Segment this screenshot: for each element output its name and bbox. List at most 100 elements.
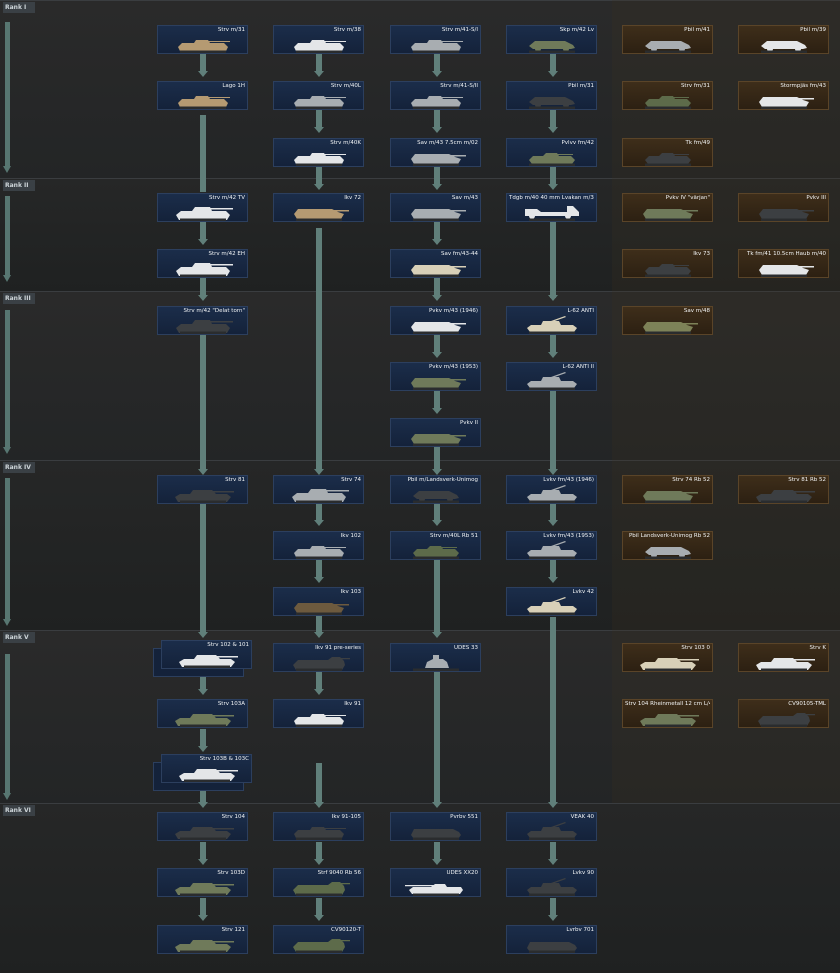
vehicle-card-ikv-103[interactable]: Ikv 103 — [273, 587, 364, 616]
vehicle-card-sav-m43-75[interactable]: Sav m/43 7.5cm m/02 — [390, 138, 481, 167]
vehicle-name: Strv 103D — [217, 870, 245, 876]
vehicle-card-lago-1h[interactable]: Lago 1H — [157, 81, 248, 110]
vehicle-card-lvkv-42[interactable]: Lvkv 42 — [506, 587, 597, 616]
vehicle-card-skp-m42-lv[interactable]: Skp m/42 Lv — [506, 25, 597, 54]
vehicle-card-cv90120-t[interactable]: CV90120-T — [273, 925, 364, 954]
vehicle-card-pvkv-m43-1946[interactable]: Pvkv m/43 (1946) — [390, 306, 481, 335]
vehicle-card-ikv-72[interactable]: Ikv 72 — [273, 193, 364, 222]
vehicle-card-strv-81[interactable]: Strv 81 — [157, 475, 248, 504]
vehicle-name: Strv K — [809, 645, 826, 651]
silhouette-track — [529, 218, 575, 221]
spg-silhouette — [643, 491, 698, 503]
silhouette-track — [529, 950, 575, 953]
vehicle-card-pbil-landsverk[interactable]: Pbil m/Landsverk-Unimog — [390, 475, 481, 504]
spaa-silhouette — [527, 372, 577, 390]
mbt-silhouette — [175, 714, 234, 727]
vehicle-card-tk-fm41[interactable]: Tk fm/41 10.5cm Haub m/40 — [738, 249, 829, 278]
vehicle-card-pvrbv-551[interactable]: Pvrbv 551 — [390, 812, 481, 841]
vehicle-card-pbil-m31[interactable]: Pbil m/31 — [506, 81, 597, 110]
vehicle-card-veak-40[interactable]: VEAK 40 — [506, 812, 597, 841]
vehicle-card-strv-m40l-rb51[interactable]: Strv m/40L Rb 51 — [390, 531, 481, 560]
vehicle-card-pbil-m41[interactable]: Pbil m/41 — [622, 25, 713, 54]
vehicle-card-lvrbv-701[interactable]: Lvrbv 701 — [506, 925, 597, 954]
silhouette-body — [756, 490, 815, 502]
vehicle-card-strv-m42-delat[interactable]: Strv m/42 "Delat torn" — [157, 306, 248, 335]
vehicle-card-strv-m40l[interactable]: Strv m/40L — [273, 81, 364, 110]
vehicle-card-ikv-102[interactable]: Ikv 102 — [273, 531, 364, 560]
vehicle-card-strv-74-rb52[interactable]: Strv 74 Rb 52 — [622, 475, 713, 504]
vehicle-name: Pbil m/39 — [800, 27, 826, 33]
vehicle-name: Ikv 72 — [344, 195, 361, 201]
vehicle-name: Strv 104 — [221, 814, 245, 820]
vehicle-card-ikv-91[interactable]: Ikv 91 — [273, 699, 364, 728]
vehicle-card-sav-m43[interactable]: Sav m/43 — [390, 193, 481, 222]
vehicle-card-tdgb-m40[interactable]: Tdgb m/40 40 mm Lvakan m/36 — [506, 193, 597, 222]
vehicle-card-sav-m48[interactable]: Sav m/48 — [622, 306, 713, 335]
silhouette-track — [184, 665, 230, 668]
vehicle-card-udes-33[interactable]: UDES 33 — [390, 643, 481, 672]
vehicle-card-strv-m42-tv[interactable]: Strv m/42 TV — [157, 193, 248, 222]
vehicle-card-strv-103b-c[interactable]: Strv 103B & 103C — [161, 754, 252, 783]
vehicle-card-strv-m38[interactable]: Strv m/38 — [273, 25, 364, 54]
vehicle-card-sav-fm43-44[interactable]: Sav fm/43-44 — [390, 249, 481, 278]
vehicle-card-strv-m40k[interactable]: Strv m/40K — [273, 138, 364, 167]
vehicle-card-udes-xx20[interactable]: UDES XX20 — [390, 868, 481, 897]
vehicle-card-pvkv-iv-varjan[interactable]: Pvkv IV "värjan" — [622, 193, 713, 222]
connector-line — [200, 898, 206, 916]
vehicle-card-l62-anti-ii[interactable]: L-62 ANTI II — [506, 362, 597, 391]
vehicle-card-strv-104-rh[interactable]: Strv 104 Rheinmetall 12 cm L/44 — [622, 699, 713, 728]
vehicle-card-lvkv-fm43-1946[interactable]: Lvkv fm/43 (1946) — [506, 475, 597, 504]
spg-silhouette — [411, 434, 466, 446]
vehicle-card-strv-103-0[interactable]: Strv 103 0 — [622, 643, 713, 672]
vehicle-card-pvkv-m43-1953[interactable]: Pvkv m/43 (1953) — [390, 362, 481, 391]
vehicle-card-cv90105-tml[interactable]: CV90105-TML — [738, 699, 829, 728]
vehicle-card-strv-103d[interactable]: Strv 103D — [157, 868, 248, 897]
connector-line — [550, 842, 556, 860]
vehicle-card-lvkv-fm43-1953[interactable]: Lvkv fm/43 (1953) — [506, 531, 597, 560]
vehicle-card-strv-121[interactable]: Strv 121 — [157, 925, 248, 954]
vehicle-card-strv-fm31[interactable]: Strv fm/31 — [622, 81, 713, 110]
vehicle-card-ikv-91-pre[interactable]: Ikv 91 pre-series — [273, 643, 364, 672]
tank-destroyer-icon — [405, 877, 467, 896]
silhouette-track — [529, 50, 575, 53]
vehicle-card-strv-m41-s1[interactable]: Strv m/41-S/I — [390, 25, 481, 54]
connector-arrow — [198, 859, 208, 865]
vehicle-card-ikv-91-105[interactable]: Ikv 91-105 — [273, 812, 364, 841]
silhouette-track — [761, 274, 807, 277]
vehicle-card-ikv-73[interactable]: Ikv 73 — [622, 249, 713, 278]
vehicle-card-strv-81-rb52[interactable]: Strv 81 Rb 52 — [738, 475, 829, 504]
vehicle-card-strv-m41-s2[interactable]: Strv m/41-S/II — [390, 81, 481, 110]
connector-line — [316, 167, 322, 185]
vehicle-card-strv-104[interactable]: Strv 104 — [157, 812, 248, 841]
silhouette-track — [645, 724, 691, 727]
vehicle-name: Strv m/42 "Delat torn" — [183, 308, 245, 314]
vehicle-card-strv-74[interactable]: Strv 74 — [273, 475, 364, 504]
vehicle-card-strv-m31[interactable]: Strv m/31 — [157, 25, 248, 54]
vehicle-card-strv-k[interactable]: Strv K — [738, 643, 829, 672]
vehicle-card-pvkv-ii[interactable]: Pvkv II — [390, 418, 481, 447]
connector-arrow — [548, 71, 558, 77]
vehicle-card-strf-9040-rb56[interactable]: Strf 9040 Rb 56 — [273, 868, 364, 897]
spg-silhouette — [411, 322, 466, 334]
vehicle-card-strv-m42-eh[interactable]: Strv m/42 EH — [157, 249, 248, 278]
silhouette-body — [176, 263, 233, 276]
silhouette-body — [292, 489, 349, 502]
vehicle-card-pbil-m39[interactable]: Pbil m/39 — [738, 25, 829, 54]
mbt-silhouette — [640, 658, 699, 671]
vehicle-card-strv-103a[interactable]: Strv 103A — [157, 699, 248, 728]
vehicle-card-pvkv-iii[interactable]: Pvkv III — [738, 193, 829, 222]
vehicle-card-strv-102-101[interactable]: Strv 102 & 101 — [161, 640, 252, 669]
vehicle-card-pbil-landsverk-rb52[interactable]: Pbil Landsverk-Unimog Rb 52 — [622, 531, 713, 560]
silhouette-track — [180, 331, 226, 334]
vehicle-card-l62-anti[interactable]: L-62 ANTI — [506, 306, 597, 335]
light-tank-icon — [288, 147, 350, 166]
silhouette-body — [178, 40, 230, 51]
mbt-silhouette — [175, 940, 234, 953]
vehicle-card-pvlvv-fm42[interactable]: Pvlvv fm/42 — [506, 138, 597, 167]
vehicle-card-stormpjas-fm43[interactable]: Stormpjäs fm/43 — [738, 81, 829, 110]
vehicle-card-tk-fm49[interactable]: Tk fm/49 — [622, 138, 713, 167]
vehicle-card-lvkv-90[interactable]: Lvkv 90 — [506, 868, 597, 897]
connector-arrow — [432, 239, 442, 245]
silhouette-track — [296, 50, 342, 53]
armored-car-silhouette — [413, 491, 459, 503]
